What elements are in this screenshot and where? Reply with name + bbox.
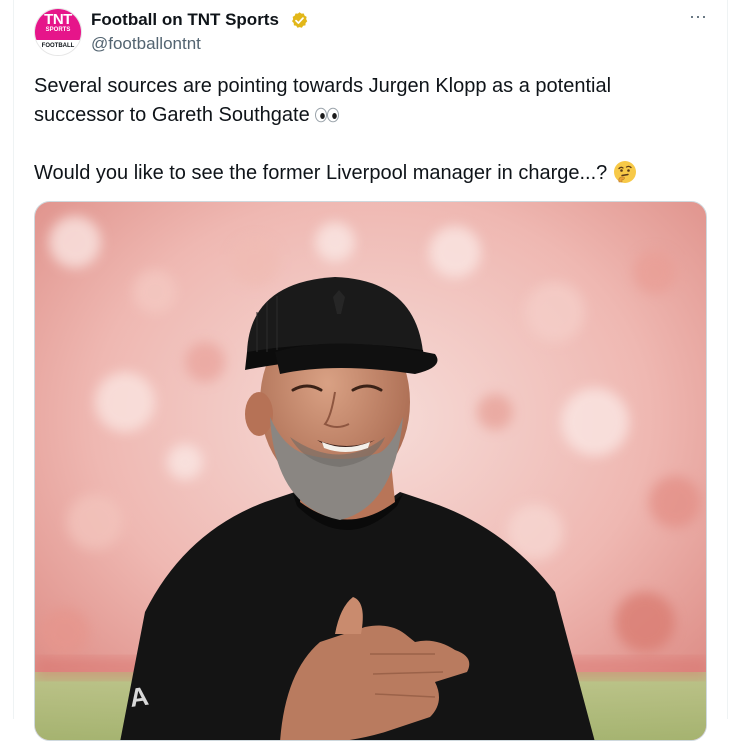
timeline-border-right <box>727 0 728 719</box>
tweet-text-line-2-wrap: successor to Gareth Southgate <box>34 101 714 130</box>
avatar[interactable]: TNT SPORTS FOOTBALL <box>34 8 82 56</box>
display-name[interactable]: Football on TNT Sports <box>91 9 279 31</box>
tweet-text-line-3-wrap: Would you like to see the former Liverpo… <box>34 159 714 188</box>
verified-badge-icon[interactable] <box>290 11 309 30</box>
tweet-text-line-1: Several sources are pointing towards Jur… <box>34 75 612 97</box>
eyes-emoji-icon <box>314 107 339 123</box>
avatar-brand-block: TNT SPORTS <box>35 9 81 40</box>
tweet-media-photo[interactable]: A <box>34 201 707 741</box>
tweet-text: Several sources are pointing towards Jur… <box>34 72 714 188</box>
avatar-brand-top: TNT <box>44 11 72 28</box>
user-handle[interactable]: @footballontnt <box>91 33 201 55</box>
more-options-icon[interactable]: ··· <box>684 6 712 30</box>
avatar-brand-bottom: FOOTBALL <box>35 40 81 55</box>
photo-illustration: A <box>35 202 706 740</box>
tweet[interactable]: TNT SPORTS FOOTBALL Football on TNT Spor… <box>14 0 727 741</box>
avatar-brand-mid: SPORTS <box>45 27 71 33</box>
tweet-text-line-2: successor to Gareth Southgate <box>34 104 310 126</box>
tweet-text-line-3: Would you like to see the former Liverpo… <box>34 162 608 184</box>
thinking-face-emoji-icon <box>614 161 637 183</box>
